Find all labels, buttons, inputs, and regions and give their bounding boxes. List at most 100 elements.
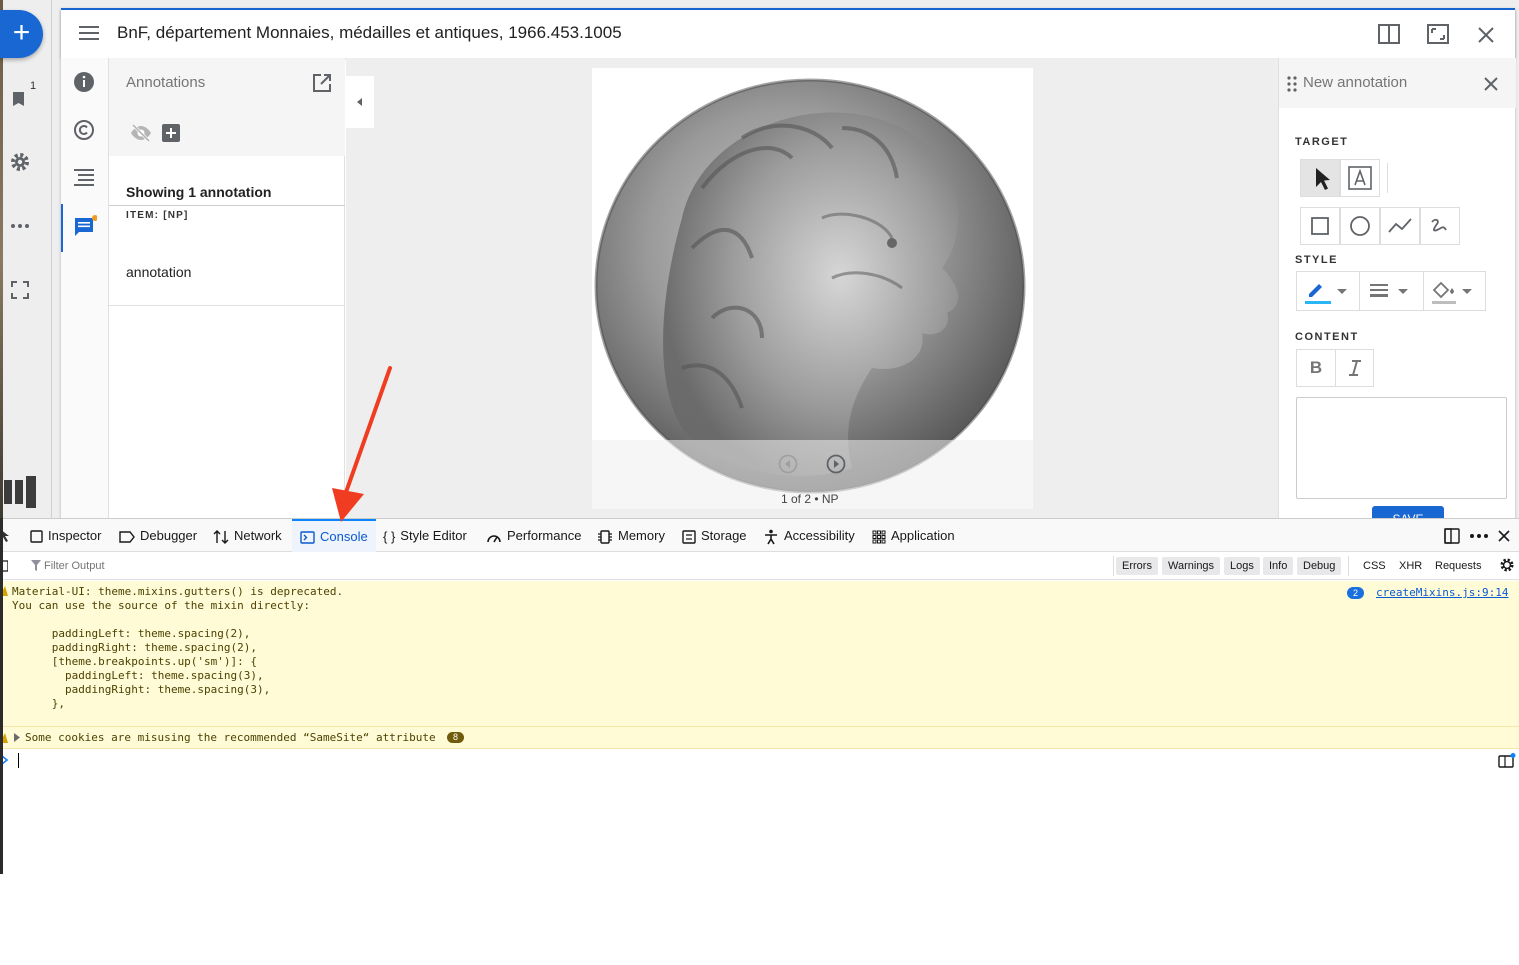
tab-inspector[interactable]: Inspector: [30, 519, 101, 552]
tab-network[interactable]: Network: [213, 519, 282, 552]
filter-info-button[interactable]: Info: [1263, 557, 1294, 575]
mirador-logo-icon: [4, 476, 38, 508]
next-canvas-icon[interactable]: [826, 454, 846, 474]
showing-annotations-count: Showing 1 annotation: [126, 184, 272, 200]
tab-accessibility[interactable]: Accessibility: [763, 519, 855, 552]
settings-gear-icon[interactable]: [8, 150, 32, 174]
open-in-new-icon[interactable]: [312, 73, 332, 93]
maximize-window-icon[interactable]: [1426, 23, 1450, 45]
visibility-off-icon[interactable]: [130, 124, 152, 142]
accessibility-icon: [763, 529, 779, 545]
add-annotation-icon[interactable]: [162, 124, 180, 142]
source-link[interactable]: createMixins.js:9:14: [1376, 586, 1508, 600]
canvas-navigation-bar: 1 of 2 • NP: [346, 440, 1278, 518]
console-input-cursor[interactable]: [18, 753, 19, 768]
save-button[interactable]: SAVE: [1372, 506, 1444, 518]
annotation-body-editor[interactable]: [1296, 397, 1507, 499]
filter-warnings-button[interactable]: Warnings: [1162, 557, 1221, 575]
page-indicator: 1 of 2 • NP: [781, 492, 839, 506]
warning-line: paddingRight: theme.spacing(3),: [12, 683, 271, 696]
performance-icon: [486, 530, 502, 544]
rectangle-tool-button[interactable]: [1300, 207, 1340, 245]
ellipse-tool-button[interactable]: [1340, 207, 1380, 245]
active-indicator: [61, 204, 63, 252]
new-annotation-header: New annotation: [1279, 58, 1516, 108]
memory-icon: [597, 529, 613, 544]
application-grid-icon: [872, 530, 886, 544]
desktop-edge: [0, 0, 3, 518]
tab-performance[interactable]: Performance: [486, 519, 581, 552]
braces-icon: { }: [383, 529, 396, 545]
warning-line: [theme.breakpoints.up('sm')]: {: [12, 655, 258, 668]
previous-canvas-icon[interactable]: [778, 454, 798, 474]
tab-debugger[interactable]: Debugger: [119, 519, 197, 552]
tab-memory-label: Memory: [618, 528, 665, 543]
warning-line: paddingLeft: theme.spacing(3),: [12, 669, 264, 682]
mirador-window: BnF, département Monnaies, médailles et …: [61, 8, 1516, 518]
message-count-badge: 8: [447, 732, 464, 743]
close-devtools-icon[interactable]: [1498, 530, 1510, 542]
line-weight-button[interactable]: [1359, 272, 1423, 310]
expand-arrow-icon[interactable]: [14, 733, 21, 742]
pointer-tool-button[interactable]: [1300, 159, 1340, 197]
filter-logs-button[interactable]: Logs: [1224, 557, 1260, 575]
rights-copyright-icon[interactable]: [73, 119, 95, 141]
new-annotation-panel: New annotation TARGET STYLE CONTENT B: [1278, 58, 1516, 518]
fullscreen-icon[interactable]: [8, 278, 32, 302]
collapse-sidebar-button[interactable]: [346, 76, 374, 128]
new-annotation-title: New annotation: [1303, 74, 1408, 91]
console-warning-message[interactable]: Some cookies are misusing the recommende…: [0, 727, 1519, 749]
repeat-count-badge: 2: [1347, 587, 1364, 599]
annotation-list-item[interactable]: ITEM: [NP] annotation: [109, 206, 345, 306]
close-window-icon[interactable]: [1477, 26, 1495, 44]
window-count-badge: 1: [30, 80, 37, 92]
window-title: BnF, département Monnaies, médailles et …: [117, 23, 622, 42]
tab-accessibility-label: Accessibility: [784, 528, 855, 543]
annotation-arrow: [320, 360, 400, 525]
cookie-warning-text: Some cookies are misusing the recommende…: [25, 731, 436, 744]
fill-color-button[interactable]: [1423, 272, 1486, 310]
freehand-tool-button[interactable]: [1420, 207, 1460, 245]
tab-memory[interactable]: Memory: [597, 519, 665, 552]
filter-debug-button[interactable]: Debug: [1297, 557, 1342, 575]
bold-button[interactable]: B: [1297, 350, 1335, 386]
warning-line: Material-UI: theme.mixins.gutters() is d…: [12, 585, 344, 598]
menu-icon[interactable]: [79, 25, 99, 41]
devtools-tab-bar: Inspector Debugger Network Console { } St…: [0, 519, 1519, 552]
stroke-color-button[interactable]: [1297, 272, 1359, 310]
dock-side-icon[interactable]: [1444, 528, 1460, 544]
italic-button[interactable]: [1335, 350, 1373, 386]
editor-mode-toggle-icon[interactable]: [1498, 753, 1516, 769]
filter-output-input[interactable]: [44, 557, 444, 575]
tab-performance-label: Performance: [507, 528, 582, 543]
annotation-tag: ITEM: [NP]: [126, 210, 189, 221]
drag-handle-icon[interactable]: [1287, 76, 1297, 92]
text-select-tool-button[interactable]: [1340, 159, 1380, 197]
devtools-menu-icon[interactable]: [1470, 534, 1488, 538]
window-top-bar: BnF, département Monnaies, médailles et …: [61, 10, 1515, 58]
table-of-contents-icon[interactable]: [73, 167, 95, 189]
close-annotation-icon[interactable]: [1483, 76, 1499, 92]
image-viewer-canvas[interactable]: 1 of 2 • NP: [346, 58, 1278, 518]
window-list-icon[interactable]: [8, 86, 32, 110]
add-resource-button[interactable]: +: [0, 10, 43, 58]
info-icon[interactable]: [73, 71, 95, 93]
warning-text-block: Material-UI: theme.mixins.gutters() is d…: [12, 585, 343, 711]
filter-errors-button[interactable]: Errors: [1116, 557, 1158, 575]
filter-requests-button[interactable]: Requests: [1435, 557, 1481, 575]
tab-application[interactable]: Application: [872, 519, 955, 552]
annotations-panel: Annotations Showing 1 annotation ITEM: […: [109, 58, 345, 518]
text-format-toolbar: B: [1296, 349, 1374, 387]
annotations-icon[interactable]: [73, 215, 97, 239]
tab-network-label: Network: [234, 528, 282, 543]
inspector-icon: [30, 530, 43, 543]
polygon-tool-button[interactable]: [1380, 207, 1420, 245]
tab-storage[interactable]: Storage: [682, 519, 747, 552]
tab-storage-label: Storage: [701, 528, 747, 543]
filter-css-button[interactable]: CSS: [1363, 557, 1386, 575]
console-settings-gear-icon[interactable]: [1499, 557, 1515, 573]
split-view-icon[interactable]: [1377, 23, 1401, 45]
filter-xhr-button[interactable]: XHR: [1399, 557, 1422, 575]
desktop-edge: [0, 518, 3, 874]
more-options-icon[interactable]: [8, 214, 32, 238]
